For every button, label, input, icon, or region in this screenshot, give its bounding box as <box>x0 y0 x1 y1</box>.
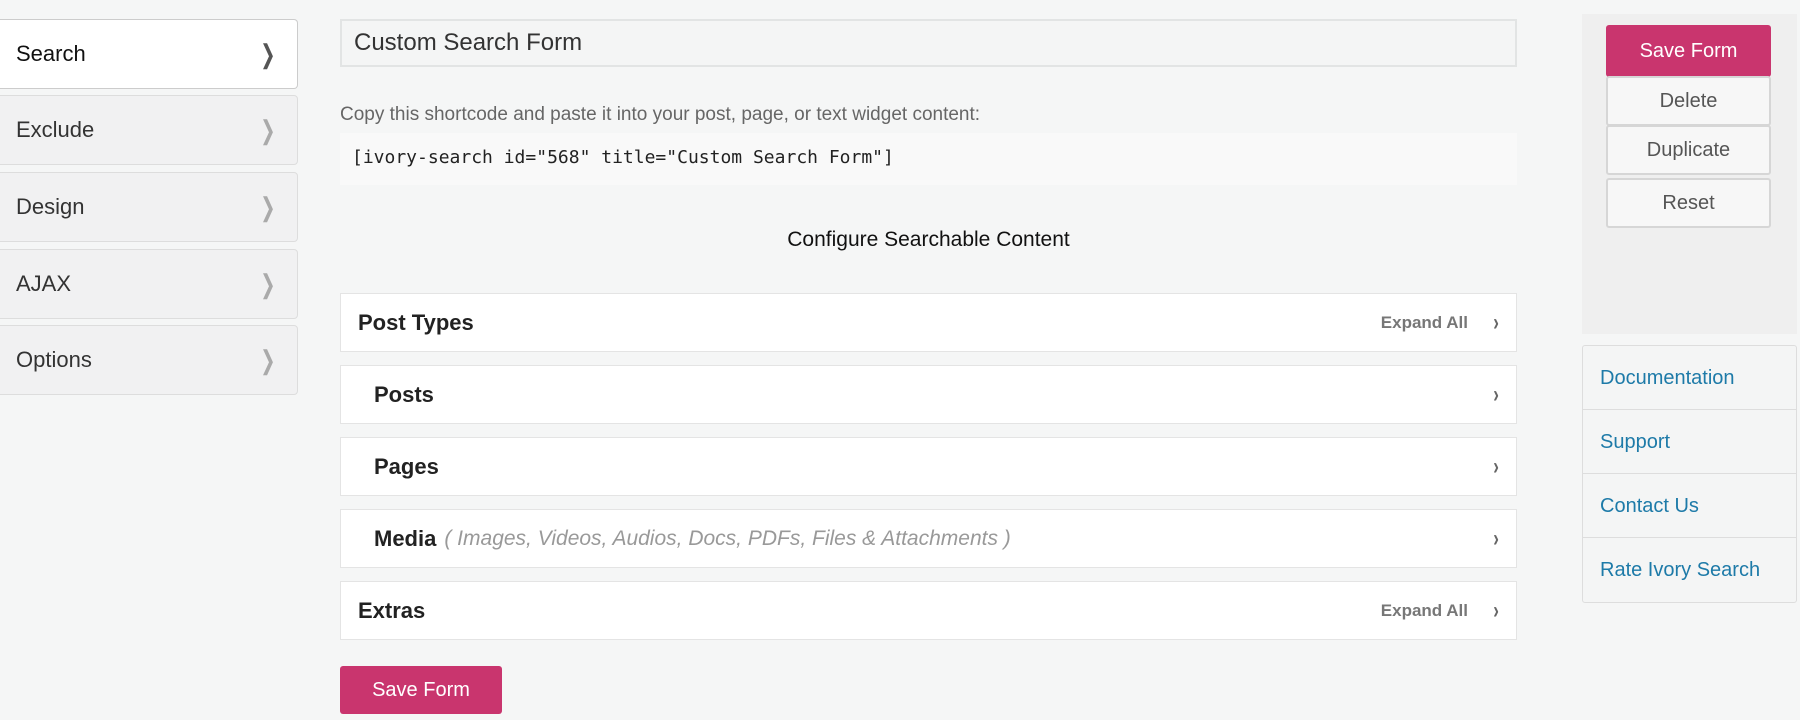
chevron-right-icon: ❯ <box>260 268 276 299</box>
chevron-right-icon: ❯ <box>260 114 276 145</box>
help-links: Documentation Support Contact Us Rate Iv… <box>1582 345 1797 603</box>
row-label: Media <box>374 525 437 551</box>
save-form-button[interactable]: Save Form <box>1606 25 1771 77</box>
extras-row[interactable]: Extras Expand All › <box>340 581 1517 640</box>
post-types-row[interactable]: Post Types Expand All › <box>340 293 1517 352</box>
tab-label: Options <box>16 347 92 372</box>
chevron-right-icon[interactable]: › <box>1493 597 1499 625</box>
row-label: Post Types <box>358 309 474 335</box>
chevron-right-icon[interactable]: › <box>1493 309 1499 337</box>
sidebar-item-ajax[interactable]: AJAX ❯ <box>0 249 298 319</box>
tab-label: AJAX <box>16 271 72 296</box>
reset-button[interactable]: Reset <box>1606 178 1771 228</box>
duplicate-button[interactable]: Duplicate <box>1606 125 1771 175</box>
expand-all-link[interactable]: Expand All <box>1381 601 1468 621</box>
documentation-link[interactable]: Documentation <box>1583 346 1796 410</box>
shortcode[interactable]: [ivory-search id="568" title="Custom Sea… <box>340 133 1517 185</box>
chevron-right-icon[interactable]: › <box>1493 381 1499 409</box>
expand-all-link[interactable]: Expand All <box>1381 313 1468 333</box>
contact-us-link[interactable]: Contact Us <box>1583 474 1796 538</box>
row-label: Pages <box>374 453 439 479</box>
chevron-right-icon[interactable]: › <box>1493 525 1499 553</box>
posts-row[interactable]: Posts › <box>340 365 1517 424</box>
actions-panel: Save Form Delete Duplicate Reset <box>1582 14 1797 334</box>
sidebar-item-exclude[interactable]: Exclude ❯ <box>0 95 298 165</box>
media-hint: ( Images, Videos, Audios, Docs, PDFs, Fi… <box>444 526 1011 550</box>
shortcode-instructions: Copy this shortcode and paste it into yo… <box>340 104 981 125</box>
tab-label: Search <box>16 41 86 66</box>
row-label: Extras <box>358 597 426 623</box>
tab-label: Design <box>16 194 85 219</box>
tab-label: Exclude <box>16 117 95 142</box>
support-link[interactable]: Support <box>1583 410 1796 474</box>
sidebar-item-options[interactable]: Options ❯ <box>0 325 298 395</box>
save-form-button[interactable]: Save Form <box>340 666 502 714</box>
row-label: Posts <box>374 381 434 407</box>
rate-link[interactable]: Rate Ivory Search <box>1583 538 1796 602</box>
pages-row[interactable]: Pages › <box>340 437 1517 496</box>
chevron-right-icon[interactable]: › <box>1493 453 1499 481</box>
chevron-right-icon: ❯ <box>260 38 276 69</box>
chevron-right-icon: ❯ <box>260 344 276 375</box>
section-heading: Configure Searchable Content <box>787 228 1070 251</box>
form-title-input[interactable] <box>340 19 1517 67</box>
sidebar-item-design[interactable]: Design ❯ <box>0 172 298 242</box>
chevron-right-icon: ❯ <box>260 191 276 222</box>
sidebar-item-search[interactable]: Search ❯ <box>0 19 298 89</box>
delete-button[interactable]: Delete <box>1606 76 1771 126</box>
media-row[interactable]: Media ( Images, Videos, Audios, Docs, PDF… <box>340 509 1517 568</box>
